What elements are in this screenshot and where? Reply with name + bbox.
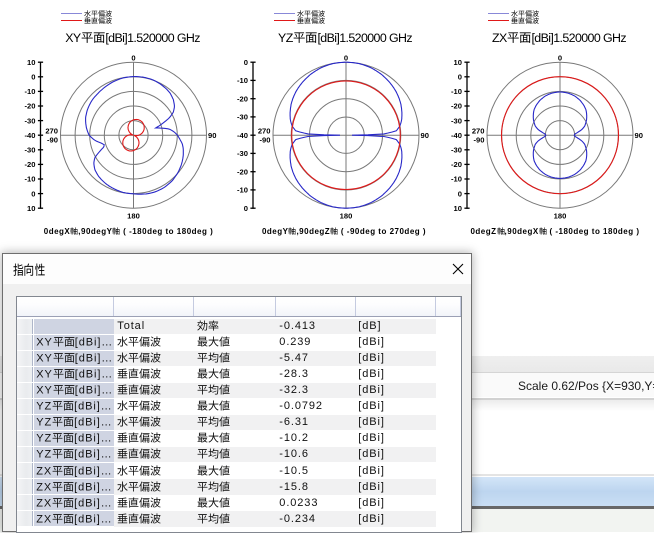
svg-text:-90: -90 — [260, 135, 271, 144]
svg-text:0: 0 — [458, 189, 462, 198]
svg-text:270: 270 — [45, 126, 58, 135]
svg-text:180: 180 — [340, 212, 353, 221]
svg-text:270: 270 — [472, 126, 485, 135]
svg-text:10: 10 — [454, 204, 462, 213]
svg-text:0: 0 — [244, 204, 248, 213]
svg-text:-10: -10 — [25, 87, 36, 96]
svg-text:90: 90 — [421, 131, 429, 140]
svg-text:270: 270 — [258, 126, 271, 135]
svg-text:90: 90 — [208, 131, 216, 140]
svg-text:0: 0 — [558, 53, 562, 62]
svg-text:0: 0 — [458, 73, 462, 82]
svg-text:-10: -10 — [237, 186, 248, 195]
svg-text:180: 180 — [127, 212, 140, 221]
svg-text:-40: -40 — [25, 131, 36, 140]
svg-text:-20: -20 — [451, 160, 462, 169]
svg-text:-30: -30 — [25, 116, 36, 125]
svg-text:-10: -10 — [25, 175, 36, 184]
svg-text:-20: -20 — [237, 167, 248, 176]
svg-text:-90: -90 — [474, 135, 485, 144]
svg-text:-20: -20 — [25, 160, 36, 169]
svg-text:-20: -20 — [237, 94, 248, 103]
svg-text:0: 0 — [344, 53, 348, 62]
svg-text:10: 10 — [454, 58, 462, 67]
svg-text:-30: -30 — [237, 149, 248, 158]
svg-text:0: 0 — [244, 58, 248, 67]
svg-text:-20: -20 — [451, 102, 462, 111]
svg-text:0: 0 — [131, 53, 135, 62]
svg-text:-30: -30 — [451, 146, 462, 155]
svg-text:0: 0 — [31, 73, 35, 82]
svg-text:-10: -10 — [237, 76, 248, 85]
svg-text:-30: -30 — [25, 146, 36, 155]
svg-text:-30: -30 — [451, 116, 462, 125]
svg-text:-40: -40 — [451, 131, 462, 140]
svg-text:10: 10 — [27, 58, 35, 67]
svg-text:-30: -30 — [237, 113, 248, 122]
svg-text:-40: -40 — [237, 131, 248, 140]
svg-text:90: 90 — [635, 131, 643, 140]
svg-text:-20: -20 — [25, 102, 36, 111]
svg-text:0: 0 — [31, 189, 35, 198]
svg-text:-10: -10 — [451, 175, 462, 184]
svg-text:-90: -90 — [47, 135, 58, 144]
svg-text:10: 10 — [27, 204, 35, 213]
svg-text:180: 180 — [554, 212, 567, 221]
svg-text:-10: -10 — [451, 87, 462, 96]
